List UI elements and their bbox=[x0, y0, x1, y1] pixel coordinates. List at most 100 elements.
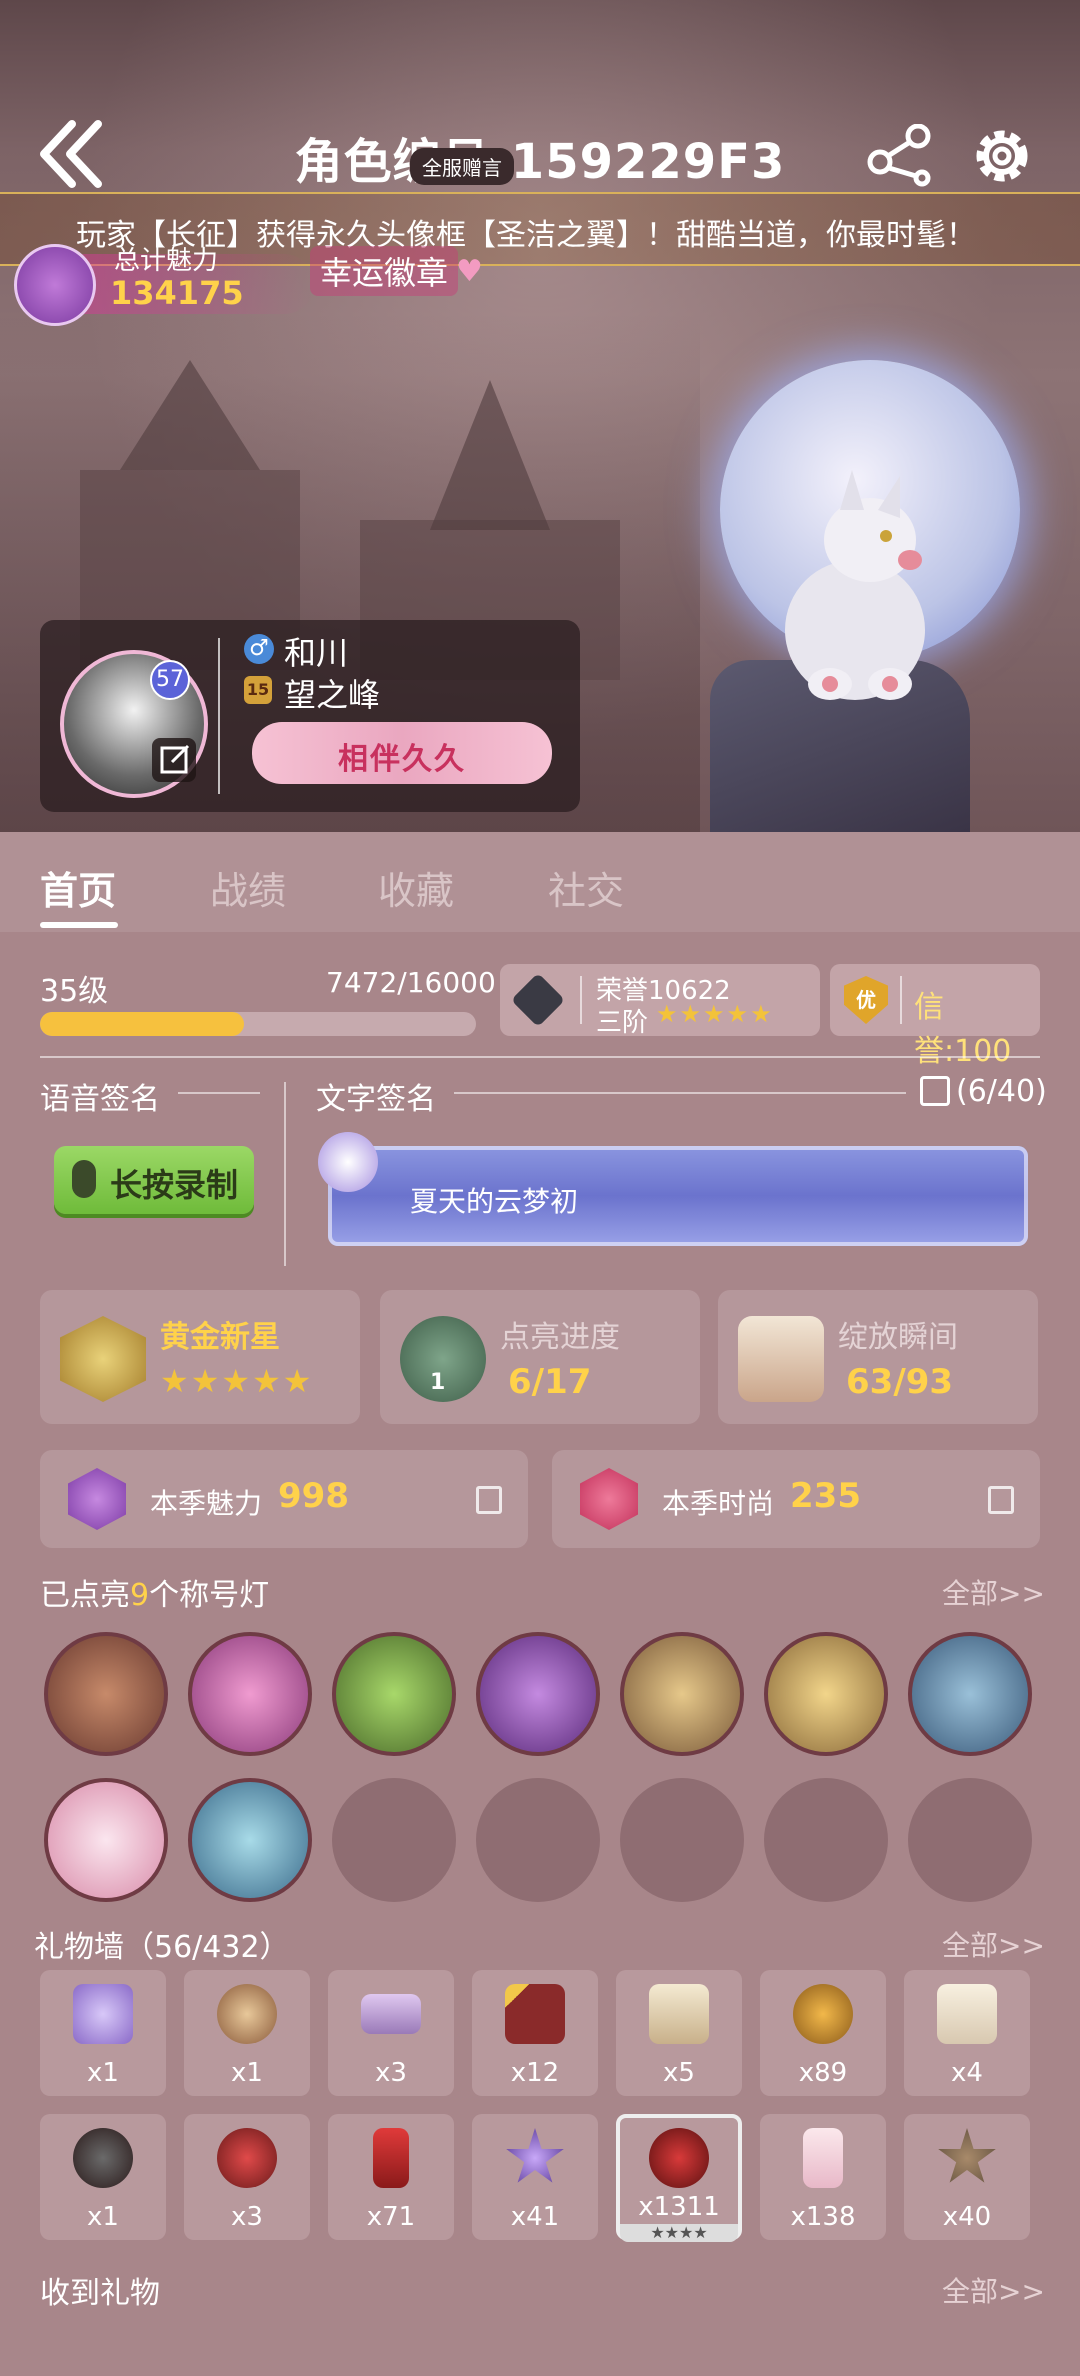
gift-wall-more-link[interactable]: 全部>> bbox=[942, 1924, 1045, 1964]
wolf-head-icon bbox=[73, 2128, 133, 2188]
gift-item[interactable]: x5 bbox=[616, 1970, 742, 2096]
pocket-watch-icon bbox=[217, 1984, 277, 2044]
gift-count: x4 bbox=[951, 2058, 983, 2088]
honor-box[interactable]: 荣誉10622 三阶 ★★★★★ bbox=[500, 964, 820, 1038]
gift-item[interactable]: x1 bbox=[40, 2114, 166, 2240]
gift-count: x138 bbox=[790, 2202, 856, 2232]
lucky-badge[interactable]: 幸运徽章 bbox=[310, 246, 459, 296]
title-lamp-empty[interactable] bbox=[332, 1778, 456, 1902]
achievement-bloom-moment[interactable]: 绽放瞬间 63/93 bbox=[718, 1290, 1038, 1424]
received-gifts-more-link[interactable]: 全部>> bbox=[942, 2270, 1045, 2310]
gift-item[interactable]: x89 bbox=[760, 1970, 886, 2096]
share-button[interactable] bbox=[866, 123, 936, 188]
signature-char-count: (6/40) bbox=[956, 1074, 1047, 1109]
achievement-light-progress[interactable]: 1 点亮进度 6/17 bbox=[380, 1290, 700, 1424]
nickname: 和川 bbox=[284, 634, 349, 672]
tab-collection[interactable]: 收藏 bbox=[378, 860, 454, 915]
gift-count: x1311 bbox=[638, 2192, 720, 2222]
title-lamps-count: 9 bbox=[130, 1578, 150, 1613]
red-envelope-icon bbox=[373, 2128, 409, 2188]
achievement-title: 黄金新星 bbox=[160, 1320, 280, 1355]
title-lamp-cross[interactable] bbox=[188, 1778, 312, 1902]
achievement-title: 绽放瞬间 bbox=[838, 1320, 958, 1355]
top-bar: 角色编号:159229F3 bbox=[0, 118, 1080, 198]
voice-title-line bbox=[178, 1092, 260, 1094]
gift-item[interactable]: x1 bbox=[184, 1970, 310, 2096]
partner-banner[interactable]: 相伴久久 bbox=[252, 722, 552, 784]
title-lamp-bag[interactable] bbox=[332, 1632, 456, 1756]
title-lamp-empty[interactable] bbox=[764, 1778, 888, 1902]
honor-rank: 三阶 bbox=[596, 1008, 649, 1038]
tab-home[interactable]: 首页 bbox=[40, 860, 116, 915]
guild-name[interactable]: 望之峰 bbox=[284, 670, 380, 716]
credit-divider bbox=[900, 976, 902, 1024]
record-voice-button[interactable]: 长按录制 bbox=[54, 1146, 254, 1214]
gift-count: x12 bbox=[510, 2058, 560, 2088]
star-icon bbox=[506, 2128, 564, 2183]
settings-button[interactable] bbox=[966, 120, 1038, 192]
edit-avatar-button[interactable] bbox=[152, 738, 196, 782]
title-lamp-sword[interactable] bbox=[620, 1632, 744, 1756]
achievement-golden-star[interactable]: 黄金新星 ★★★★★ bbox=[40, 1290, 360, 1424]
black-rose-icon bbox=[649, 2128, 709, 2188]
microphone-icon bbox=[72, 1160, 96, 1198]
list-icon[interactable] bbox=[476, 1486, 502, 1514]
active-tab-indicator bbox=[40, 922, 118, 928]
season-charm[interactable]: 本季魅力 998 bbox=[40, 1450, 528, 1548]
achievement-value: 6/17 bbox=[508, 1362, 592, 1402]
title-lamps-more-link[interactable]: 全部>> bbox=[942, 1572, 1045, 1612]
title-lamps-suffix: 个称号灯 bbox=[149, 1578, 270, 1613]
cassette-icon bbox=[361, 1994, 421, 2034]
title-lamp-empty[interactable] bbox=[476, 1778, 600, 1902]
tab-records[interactable]: 战绩 bbox=[210, 860, 286, 915]
credit-box[interactable]: 优 信誉:100 bbox=[830, 964, 1040, 1069]
gift-item[interactable]: x41 bbox=[472, 2114, 598, 2240]
charm-value: 134175 bbox=[110, 274, 244, 312]
gift-item[interactable]: x1 bbox=[40, 1970, 166, 2096]
gift-item-selected[interactable]: x1311 ★★★★ bbox=[616, 2114, 742, 2242]
rose-badge-icon bbox=[14, 244, 96, 326]
edit-signature-icon[interactable] bbox=[920, 1076, 950, 1106]
title-lamp-potion[interactable] bbox=[188, 1632, 312, 1756]
profile-card: 57 ♂ 和川 15 望之峰 相伴久久 bbox=[40, 620, 580, 812]
title-lamp-lantern[interactable] bbox=[908, 1632, 1032, 1756]
gift-count: x89 bbox=[798, 2058, 848, 2088]
gift-item[interactable]: x71 bbox=[328, 2114, 454, 2240]
rose-badge-icon bbox=[68, 1468, 126, 1530]
title-lamp-werewolf[interactable] bbox=[44, 1632, 168, 1756]
title-lamp-heart[interactable] bbox=[44, 1778, 168, 1902]
title-lamp-empty[interactable] bbox=[908, 1778, 1032, 1902]
gift-item[interactable]: x40 bbox=[904, 2114, 1030, 2240]
partner-text: 相伴久久 bbox=[338, 742, 466, 777]
exp-progress-fill bbox=[40, 1012, 244, 1036]
gift-item[interactable]: x12 bbox=[472, 1970, 598, 2096]
honor-emblem-icon bbox=[510, 972, 566, 1028]
edit-icon bbox=[160, 744, 190, 774]
total-charm[interactable]: 总计魅力 134175 bbox=[14, 240, 314, 326]
title-lamp-empty[interactable] bbox=[620, 1778, 744, 1902]
season-fashion[interactable]: 本季时尚 235 bbox=[552, 1450, 1040, 1548]
gift-item[interactable]: x138 bbox=[760, 2114, 886, 2240]
rose-icon bbox=[217, 2128, 277, 2188]
badge-star-icon bbox=[938, 2128, 996, 2183]
cupcake-icon bbox=[73, 1984, 133, 2044]
gift-item[interactable]: x3 bbox=[184, 2114, 310, 2240]
background-roof bbox=[430, 380, 550, 530]
exp-text: 7472/16000 bbox=[326, 966, 496, 999]
morning-glory-icon bbox=[318, 1132, 378, 1192]
tab-social[interactable]: 社交 bbox=[548, 860, 624, 915]
avatar-level-badge: 57 bbox=[150, 660, 190, 700]
title-lamp-cards[interactable] bbox=[764, 1632, 888, 1756]
magic-wand-icon bbox=[505, 1984, 565, 2044]
list-icon[interactable] bbox=[988, 1486, 1014, 1514]
background-roof bbox=[120, 360, 260, 470]
gift-item[interactable]: x4 bbox=[904, 1970, 1030, 2096]
title-lamp-shield[interactable] bbox=[476, 1632, 600, 1756]
wolf-mascot-art bbox=[785, 470, 925, 700]
honor-divider bbox=[580, 976, 582, 1024]
heart-icon: ♥ bbox=[456, 254, 483, 289]
male-icon: ♂ bbox=[244, 634, 274, 664]
exp-progress-bar bbox=[40, 1012, 476, 1036]
title-lamps-heading: 已点亮9个称号灯 bbox=[40, 1570, 269, 1614]
gift-item[interactable]: x3 bbox=[328, 1970, 454, 2096]
